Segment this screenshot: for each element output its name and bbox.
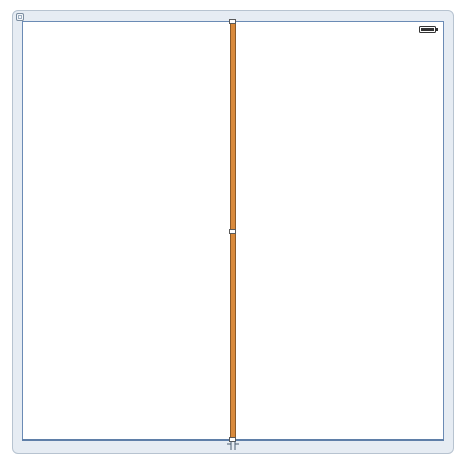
split-dock-icon[interactable] xyxy=(226,441,240,450)
splitter-handle-top[interactable] xyxy=(229,19,236,24)
splitter-handle-middle[interactable] xyxy=(229,229,236,234)
window-corner-icon[interactable] xyxy=(16,13,24,21)
battery-icon xyxy=(419,26,438,33)
